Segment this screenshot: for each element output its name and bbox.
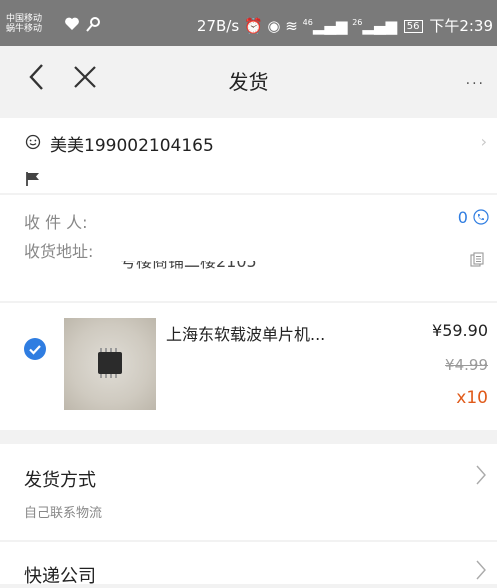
nav-bar: 发货 ··· — [0, 46, 497, 108]
call-count: 0 — [457, 208, 468, 227]
chevron-right-icon — [476, 465, 486, 485]
status-bar: 中国移动 蜗牛移动 27B/s ⏰ ◉ ≋ 46▂▄▆ 26▂▄▆ 56 下午2… — [0, 0, 497, 46]
copy-icon[interactable] — [469, 252, 485, 268]
courier-company-label: 快递公司 — [24, 566, 96, 587]
shipping-method-value: 自己联系物流 — [24, 506, 103, 521]
checkmark-icon — [29, 345, 41, 355]
receiver-address-text: 号楼商铺二楼2105 — [120, 261, 257, 271]
smiley-icon — [25, 134, 41, 150]
heart-icon — [65, 17, 100, 32]
buyer-section: 美美199002104165 › — [0, 118, 497, 193]
status-right: 27B/s ⏰ ◉ ≋ 46▂▄▆ 26▂▄▆ 56 下午2:39 — [197, 14, 493, 35]
product-original-price: ¥4.99 — [445, 356, 488, 374]
signal-label-2: 26 — [352, 18, 363, 27]
eye-icon: ◉ — [267, 17, 281, 35]
shipping-method-row[interactable]: 发货方式 自己联系物流 — [0, 444, 497, 540]
signal-icon-1: ▂▄▆ — [312, 17, 348, 35]
receiver-address-label: 收货地址: — [24, 242, 94, 261]
phone-icon — [473, 209, 489, 225]
buyer-chevron-icon: › — [480, 132, 487, 151]
battery-indicator: 56 — [403, 20, 423, 33]
net-speed: 27B/s — [196, 17, 240, 35]
flag-icon[interactable] — [25, 171, 41, 187]
product-checkbox[interactable] — [24, 338, 46, 360]
receiver-section: 收 件 人: 收货地址: 0 号楼商铺二楼2105 — [0, 195, 497, 301]
chevron-right-icon — [476, 560, 486, 580]
carrier-info: 中国移动 蜗牛移动 — [6, 14, 42, 34]
clock: 下午2:39 — [429, 17, 493, 35]
wifi-icon: ≋ — [285, 17, 298, 35]
status-icons-left — [64, 16, 106, 36]
call-receiver[interactable]: 0 — [458, 208, 489, 227]
product-thumbnail[interactable] — [64, 318, 156, 410]
chip-image — [98, 348, 122, 378]
page-title: 发货 — [228, 70, 269, 94]
product-quantity: x10 — [456, 388, 488, 408]
buyer-row[interactable]: 美美199002104165 › — [0, 118, 497, 164]
carrier-line-1: 中国移动 — [6, 14, 43, 24]
signal-label-1: 46 — [302, 18, 313, 27]
signal-icon-2: ▂▄▆ — [362, 17, 398, 35]
product-name[interactable]: 上海东软载波单片机... — [166, 321, 325, 345]
carrier-line-2: 蜗牛移动 — [6, 24, 43, 34]
receiver-name-label: 收 件 人: — [24, 213, 88, 232]
buyer-id: 美美199002104165 — [50, 136, 214, 156]
more-options-button[interactable]: ··· — [466, 76, 485, 92]
alarm-icon: ⏰ — [243, 17, 263, 35]
shipping-method-label: 发货方式 — [24, 470, 96, 491]
product-price: ¥59.90 — [432, 321, 488, 340]
courier-company-row[interactable]: 快递公司 — [0, 542, 497, 587]
